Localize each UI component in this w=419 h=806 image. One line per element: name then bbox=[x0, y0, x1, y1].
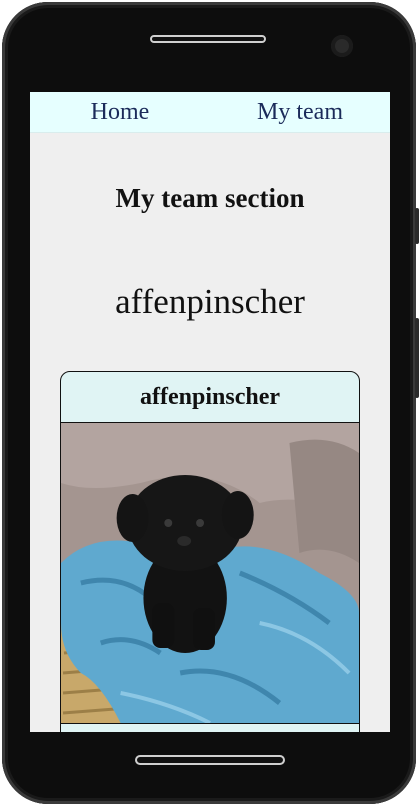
puppy-right-ear bbox=[221, 491, 254, 539]
volume-button bbox=[415, 208, 419, 244]
dog-card[interactable]: affenpinscher bbox=[60, 371, 360, 732]
speaker-grille bbox=[150, 35, 266, 43]
puppy-left-ear bbox=[116, 494, 149, 542]
home-indicator[interactable] bbox=[135, 755, 285, 765]
nav-link-home[interactable]: Home bbox=[30, 99, 210, 126]
puppy-left-eye bbox=[164, 519, 173, 527]
breed-heading: affenpinscher bbox=[115, 282, 305, 321]
card-title: affenpinscher bbox=[61, 372, 359, 423]
dog-photo bbox=[61, 423, 359, 724]
nav-link-my-team[interactable]: My team bbox=[210, 99, 390, 126]
puppy-right-leg bbox=[193, 608, 215, 650]
couch-arm-shape bbox=[289, 439, 359, 563]
puppy-nose bbox=[177, 536, 192, 546]
app-screen: Home My team My team section affenpinsch… bbox=[30, 92, 390, 732]
section-title: My team section bbox=[115, 183, 305, 213]
power-button bbox=[415, 318, 419, 398]
puppy-right-eye bbox=[196, 519, 205, 527]
top-navigation: Home My team bbox=[30, 92, 390, 133]
dog-photo-illustration bbox=[61, 423, 359, 723]
front-camera bbox=[331, 35, 353, 57]
puppy-left-leg bbox=[152, 603, 175, 648]
